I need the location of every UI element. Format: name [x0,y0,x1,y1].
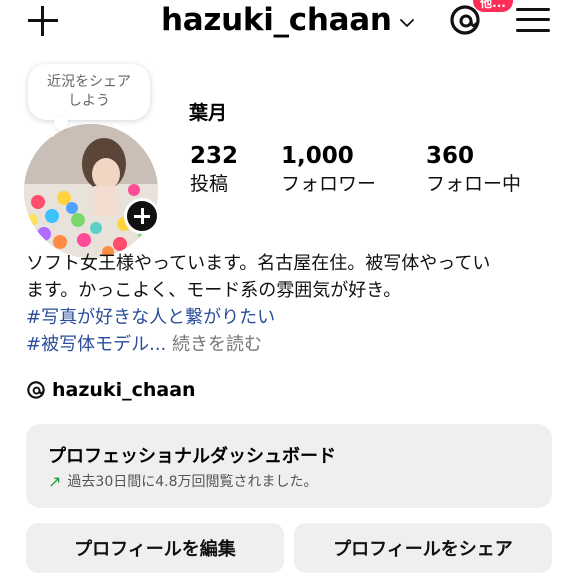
bio-ellipsis: ... [149,334,167,355]
stat-posts-count: 232 [190,143,239,169]
dashboard-subtitle: 過去30日間に4.8万回閲覧されました。 [67,474,318,490]
stat-followers-count: 1,000 [281,143,354,169]
display-name: 葉月 [189,102,228,124]
stat-followers[interactable]: 1,000 フォロワー [281,142,376,198]
bio-hashtag-1[interactable]: #写真が好きな人と繋がりたい [26,304,556,331]
stat-posts-label: 投稿 [190,173,229,195]
stat-following[interactable]: 360 フォロー中 [426,142,521,198]
note-bubble-text: 近況をシェア しよう [47,74,131,109]
avatar-zone: 近況をシェア しよう [24,64,164,258]
dashboard-title: プロフェッショナルダッシュボード [48,446,336,467]
dashboard-subtitle-row: ↗ 過去30日間に4.8万回閲覧されました。 [48,471,318,491]
create-plus-icon[interactable] [26,4,60,38]
threads-notification-badge: 他... [473,0,513,12]
read-more-link[interactable]: 続きを読む [166,334,262,355]
stat-followers-label: フォロワー [281,173,377,195]
note-bubble[interactable]: 近況をシェア しよう [28,64,150,120]
add-story-button[interactable] [124,198,160,234]
account-switcher[interactable]: hazuki_chaan [161,0,414,40]
threads-small-icon [27,381,45,399]
professional-dashboard[interactable]: プロフェッショナルダッシュボード ↗ 過去30日間に4.8万回閲覧されました。 [26,424,552,508]
edit-profile-button[interactable]: プロフィールを編集 [26,523,284,573]
avatar[interactable] [24,124,158,258]
note-bubble-tail-dot [48,130,55,137]
bio-line-4: #被写体モデル... 続きを読む [26,331,556,358]
avatar-image [24,124,158,258]
stat-posts[interactable]: 232 投稿 [190,142,238,198]
chevron-down-icon [399,19,414,27]
stat-following-label: フォロー中 [426,173,522,195]
share-profile-button[interactable]: プロフィールをシェア [294,523,552,573]
bio: ソフト女王様やっています。名古屋在住。被写体やってい ます。かっこよく、モード系… [26,250,556,358]
username-title: hazuki_chaan [161,2,392,38]
menu-icon[interactable] [516,6,550,34]
threads-profile-link[interactable]: hazuki_chaan [26,379,196,401]
stat-following-count: 360 [426,143,475,169]
threads-handle: hazuki_chaan [52,379,196,401]
note-bubble-tail [54,116,68,130]
trend-up-arrow-icon: ↗ [48,471,62,491]
top-bar: hazuki_chaan 他... [0,0,576,44]
bio-hashtag-2[interactable]: #被写体モデル [26,334,149,355]
bio-line-2: ます。かっこよく、モード系の雰囲気が好き。 [26,280,402,301]
bio-line-1: ソフト女王様やっています。名古屋在住。被写体やってい [26,253,491,274]
